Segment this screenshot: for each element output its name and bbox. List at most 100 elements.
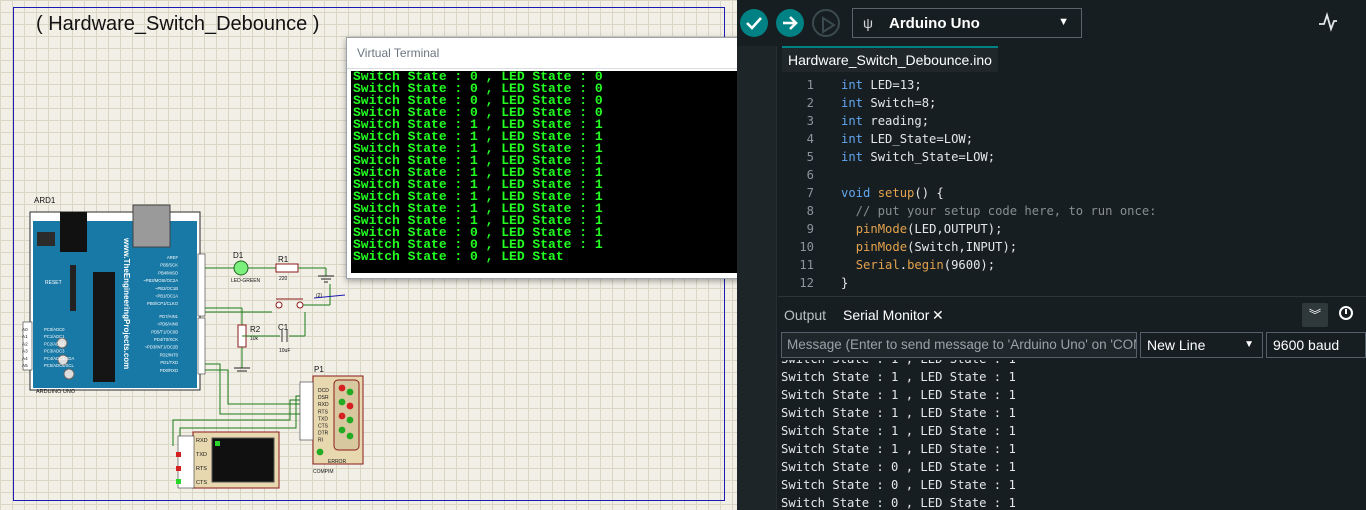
code-token: reading; [863, 114, 930, 128]
term-txd-label: TXD [196, 452, 207, 458]
baud-rate-select[interactable]: 9600 baud [1266, 332, 1366, 358]
board-name: Arduino Uno [889, 15, 980, 32]
ide-sidebar [737, 40, 777, 510]
board-pin-label: PB0/ICP1/CLKO [147, 301, 179, 306]
code-text: int Switch_State=LOW; [841, 148, 995, 166]
code-line: 10 pinMode(Switch,INPUT); [778, 238, 1366, 256]
c1-value: 10uF [279, 348, 290, 354]
code-token: . [899, 258, 908, 272]
chevron-down-icon: ▼ [1058, 16, 1069, 28]
clock-icon[interactable] [1339, 306, 1353, 320]
board-pin-label: ~PB2/OC1B [155, 286, 178, 291]
line-number: 8 [806, 204, 814, 218]
close-icon[interactable]: ✕ [932, 307, 944, 324]
serial-line: Switch State : 0 , LED State : 1 [781, 478, 1016, 492]
code-token: () { [914, 186, 944, 200]
code-token: pinMode [855, 222, 908, 236]
ide-toolbar: ψ Arduino Uno ▼ [737, 0, 1366, 46]
line-number: 1 [806, 78, 814, 92]
d1-label: D1 [233, 251, 244, 260]
code-token: LED_State=LOW; [863, 132, 974, 146]
code-line: 3 int reading; [778, 112, 1366, 130]
serial-line: Switch State : 1 , LED State : 1 [781, 388, 1016, 402]
switch-ref-label: (2) [316, 293, 322, 299]
line-ending-select[interactable]: New Line ▼ [1140, 332, 1263, 358]
code-text: void setup() { [841, 184, 944, 202]
push-switch[interactable] [205, 284, 346, 313]
file-tab[interactable]: Hardware_Switch_Debounce.ino [782, 46, 998, 72]
virtual-terminal-window[interactable]: Virtual Terminal Switch State : 0 , LED … [346, 37, 784, 279]
virtual-terminal-screen[interactable]: Switch State : 0 , LED State : 0 Switch S… [351, 71, 763, 273]
r1-value: 220 [279, 276, 288, 282]
board-pin-label: AREF [167, 255, 179, 260]
compim-label: COMPIM [313, 469, 334, 475]
verify-button[interactable] [740, 9, 768, 37]
board-pin-label: A1 [22, 334, 28, 339]
line-number: 7 [806, 186, 814, 200]
debug-icon [822, 16, 836, 34]
led-d1[interactable] [205, 260, 276, 276]
arduino-ide: ψ Arduino Uno ▼ Hardware_Switch_Debounce… [737, 0, 1366, 510]
code-text: } [841, 274, 848, 292]
virtual-terminal-lines: Switch State : 0 , LED State : 0 Switch S… [351, 71, 763, 263]
check-icon [746, 17, 762, 30]
r2-label: R2 [250, 325, 261, 334]
line-number: 12 [799, 276, 814, 290]
upload-button[interactable] [776, 9, 804, 37]
board-pin-label: A2 [22, 341, 28, 346]
debug-button[interactable] [812, 9, 840, 37]
line-ending-value: New Line [1147, 337, 1206, 353]
board-pin-label: PC4/ADC4/SDA [44, 356, 74, 361]
board-pin-label: PD0/RXD [160, 368, 178, 373]
code-token: int [841, 96, 864, 110]
serial-plotter-icon[interactable] [1318, 12, 1338, 32]
code-token: Serial [855, 258, 900, 272]
compim-pin-label: CTS [318, 424, 329, 430]
compim-p1[interactable] [299, 375, 364, 465]
tab-output[interactable]: Output [784, 307, 826, 323]
code-text: // put your setup code here, to run once… [841, 202, 1157, 220]
chevrons-down-icon[interactable]: ︾ [1302, 303, 1328, 327]
tab-serial-monitor[interactable]: Serial Monitor [843, 307, 929, 323]
code-token: Switch_State=LOW; [863, 150, 996, 164]
ard1-label: ARD1 [34, 196, 56, 205]
code-text: pinMode(Switch,INPUT); [841, 238, 1017, 256]
r2-value: 10k [250, 336, 259, 342]
code-line: 2 int Switch=8; [778, 94, 1366, 112]
editor-tabbar: Hardware_Switch_Debounce.ino [778, 46, 1366, 72]
board-pin-label: ~PB1/OC1A [155, 294, 178, 299]
virtual-terminal-titlebar[interactable]: Virtual Terminal [347, 38, 783, 69]
r1-label: R1 [278, 255, 289, 264]
code-text: Serial.begin(9600); [841, 256, 995, 274]
compim-pin-label: DCD [318, 388, 329, 394]
board-selector[interactable]: ψ Arduino Uno ▼ [852, 8, 1082, 38]
board-pin-label: A4 [22, 356, 28, 361]
c1-label: C1 [278, 323, 289, 332]
code-token: begin [907, 258, 944, 272]
usb-icon: ψ [863, 15, 873, 31]
code-text: int reading; [841, 112, 929, 130]
p1-label: P1 [314, 365, 324, 374]
virtual-terminal-component[interactable] [176, 431, 280, 489]
line-number: 11 [799, 258, 814, 272]
code-token: void [841, 186, 871, 200]
resistor-r2[interactable] [234, 308, 250, 372]
serial-message-input[interactable]: Message (Enter to send message to 'Ardui… [781, 332, 1137, 358]
code-line: 9 pinMode(LED,OUTPUT); [778, 220, 1366, 238]
board-pin-label: PC2/ADC2 [44, 341, 65, 346]
code-editor[interactable]: 1 int LED=13; 2 int Switch=8; 3 int reading; 4… [778, 72, 1366, 296]
board-pin-label: PC0/ADC0 [44, 327, 65, 332]
code-line: 8 // put your setup code here, to run on… [778, 202, 1366, 220]
serial-monitor-output[interactable]: Switch State : 1 , LED State : 1 Switch S… [778, 360, 1366, 510]
serial-line: Switch State : 0 , LED State : 1 [781, 496, 1016, 510]
board-pin-label: PD2/INT0 [160, 352, 179, 357]
compim-pin-label: DSR [318, 395, 329, 401]
code-token: setup [877, 186, 915, 200]
arduino-uno-label: ARDUINO UNO [36, 389, 76, 395]
code-token: (LED,OUTPUT); [907, 222, 1003, 236]
serial-line: Switch State : 0 , LED State : 1 [781, 460, 1016, 474]
arrow-right-icon [783, 16, 798, 30]
line-number: 6 [806, 168, 814, 182]
